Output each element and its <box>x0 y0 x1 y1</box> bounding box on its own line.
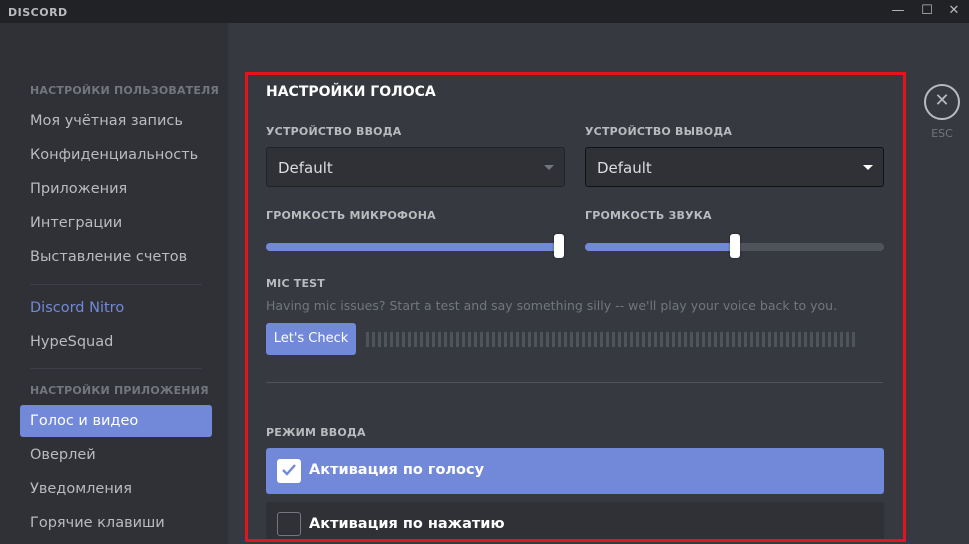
sidebar-item-keybinds[interactable]: Горячие клавиши <box>20 507 212 539</box>
discord-logo: DISCORD <box>8 6 68 19</box>
title-bar: DISCORD — ☐ ✕ <box>0 0 969 23</box>
sidebar-item-billing[interactable]: Выставление счетов <box>20 241 212 273</box>
sidebar-item-my-account[interactable]: Моя учётная запись <box>20 105 212 137</box>
minimize-icon[interactable]: — <box>889 2 907 20</box>
maximize-icon[interactable]: ☐ <box>918 2 936 20</box>
app-settings-header: НАСТРОЙКИ ПРИЛОЖЕНИЯ <box>30 384 209 397</box>
close-icon[interactable]: ✕ <box>945 2 963 20</box>
sidebar-item-apps[interactable]: Приложения <box>20 173 212 205</box>
esc-close[interactable]: ✕ ESC <box>924 84 960 142</box>
sidebar-item-overlay[interactable]: Оверлей <box>20 439 212 471</box>
esc-label: ESC <box>931 127 953 140</box>
red-highlight-frame <box>245 72 906 542</box>
close-icon[interactable]: ✕ <box>924 84 960 120</box>
sidebar-item-voice-video[interactable]: Голос и видео <box>20 405 212 437</box>
sidebar-item-integrations[interactable]: Интеграции <box>20 207 212 239</box>
user-settings-header: НАСТРОЙКИ ПОЛЬЗОВАТЕЛЯ <box>30 84 220 97</box>
sidebar-item-privacy[interactable]: Конфиденциальность <box>20 139 212 171</box>
sidebar-divider <box>30 284 202 285</box>
sidebar-item-hypesquad[interactable]: HypeSquad <box>20 326 212 358</box>
sidebar-divider <box>30 368 202 369</box>
sidebar-item-nitro[interactable]: Discord Nitro <box>20 292 212 324</box>
sidebar-item-notifications[interactable]: Уведомления <box>20 473 212 505</box>
